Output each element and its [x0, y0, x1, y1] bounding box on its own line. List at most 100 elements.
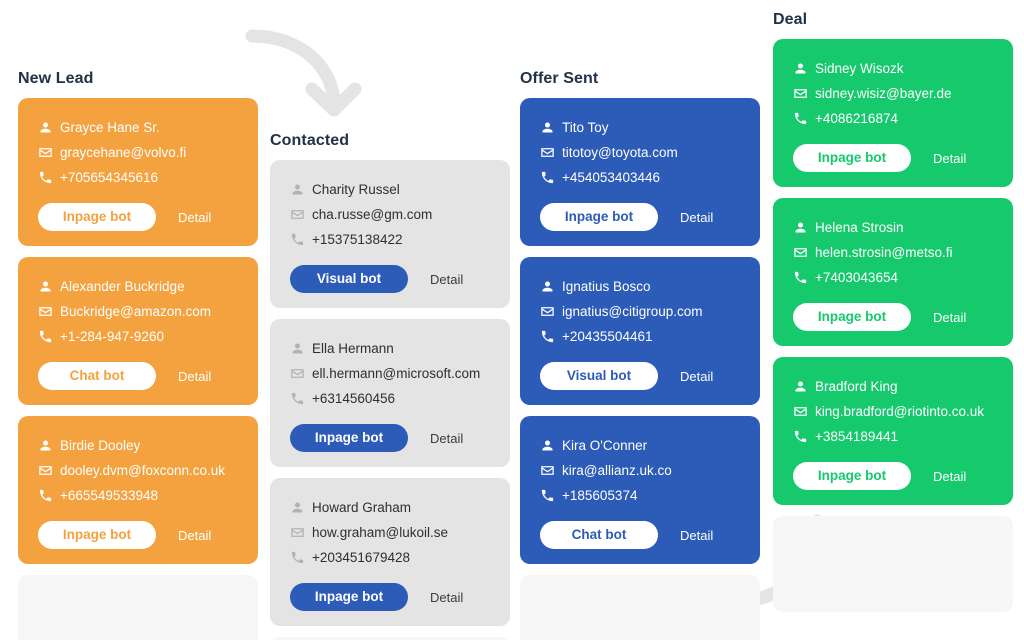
card-email-text: ignatius@citigroup.com [562, 303, 703, 319]
card-person-text: Howard Graham [312, 499, 412, 515]
bot-button[interactable]: Inpage bot [540, 203, 658, 231]
contact-card[interactable]: Charity Russel cha.russe@gm.com +153751384… [270, 160, 510, 308]
bot-button[interactable]: Inpage bot [290, 424, 408, 452]
contact-card[interactable]: Kira O'Conner kira@allianz.uk.co +18560537… [520, 416, 760, 564]
detail-link[interactable]: Detail [680, 528, 713, 543]
bot-button[interactable]: Inpage bot [793, 144, 911, 172]
card-phone-row: +665549533948 [38, 483, 238, 508]
contact-card[interactable]: Ignatius Bosco ignatius@citigroup.com +204… [520, 257, 760, 405]
column-title-new-lead: New Lead [18, 70, 94, 87]
card-person-text: Bradford King [815, 378, 898, 394]
bot-button[interactable]: Visual bot [540, 362, 658, 390]
contact-card[interactable]: Tito Toy titotoy@toyota.com +454053403446 I… [520, 98, 760, 246]
detail-link[interactable]: Detail [933, 151, 966, 166]
card-phone-text: +6314560456 [312, 390, 395, 406]
person-icon [38, 120, 60, 135]
person-icon [290, 500, 312, 515]
contact-card[interactable]: Bradford King king.bradford@riotinto.co.u… [773, 357, 1013, 505]
card-email-text: cha.russe@gm.com [312, 206, 433, 222]
phone-icon [38, 488, 60, 503]
bot-button[interactable]: Inpage bot [793, 462, 911, 490]
card-actions: Visual bot Detail [290, 265, 490, 293]
contact-card[interactable]: Sidney Wisozk sidney.wisiz@bayer.de +40862… [773, 39, 1013, 187]
card-phone-row: +705654345616 [38, 165, 238, 190]
card-phone-text: +185605374 [562, 487, 638, 503]
phone-icon [793, 270, 815, 285]
bot-button[interactable]: Inpage bot [38, 203, 156, 231]
card-email-text: king.bradford@riotinto.co.uk [815, 403, 985, 419]
column-title-contacted: Contacted [270, 132, 350, 149]
contact-card[interactable]: Grayce Hane Sr. graycehane@volvo.fi +70565… [18, 98, 258, 246]
contact-card[interactable]: Alexander Buckridge Buckridge@amazon.com +… [18, 257, 258, 405]
column-contacted: Contacted Charity Russel cha.russe@gm.com… [270, 132, 510, 640]
bot-button[interactable]: Visual bot [290, 265, 408, 293]
kanban-board: New Lead Grayce Hane Sr. graycehane@volvo… [0, 0, 1024, 640]
detail-link[interactable]: Detail [933, 469, 966, 484]
detail-link[interactable]: Detail [430, 272, 463, 287]
card-person-text: Ignatius Bosco [562, 278, 651, 294]
card-phone-text: +454053403446 [562, 169, 660, 185]
detail-link[interactable]: Detail [178, 369, 211, 384]
card-person-row: Helena Strosin [793, 215, 993, 240]
email-icon [38, 304, 60, 319]
bot-button[interactable]: Chat bot [38, 362, 156, 390]
person-icon [540, 438, 562, 453]
card-person-text: Sidney Wisozk [815, 60, 904, 76]
phone-icon [290, 232, 312, 247]
card-person-text: Grayce Hane Sr. [60, 119, 160, 135]
phone-icon [290, 391, 312, 406]
card-actions: Inpage bot Detail [38, 203, 238, 231]
column-title-offer-sent: Offer Sent [520, 70, 599, 87]
column-body-offer-sent: Tito Toy titotoy@toyota.com +454053403446 I… [520, 98, 760, 640]
detail-link[interactable]: Detail [430, 590, 463, 605]
detail-link[interactable]: Detail [430, 431, 463, 446]
column-body-contacted: Charity Russel cha.russe@gm.com +153751384… [270, 160, 510, 640]
detail-link[interactable]: Detail [933, 310, 966, 325]
card-phone-text: +4086216874 [815, 110, 898, 126]
card-email-text: graycehane@volvo.fi [60, 144, 187, 160]
email-icon [290, 366, 312, 381]
contact-card[interactable]: Helena Strosin helen.strosin@metso.fi +740… [773, 198, 1013, 346]
email-icon [38, 145, 60, 160]
bot-button[interactable]: Inpage bot [290, 583, 408, 611]
card-phone-row: +15375138422 [290, 227, 490, 252]
card-person-row: Grayce Hane Sr. [38, 115, 238, 140]
empty-card-slot[interactable] [773, 516, 1013, 612]
detail-link[interactable]: Detail [680, 369, 713, 384]
empty-card-slot[interactable] [18, 575, 258, 640]
card-actions: Inpage bot Detail [793, 462, 993, 490]
card-email-row: king.bradford@riotinto.co.uk [793, 399, 993, 424]
card-actions: Inpage bot Detail [540, 203, 740, 231]
empty-card-slot[interactable] [520, 575, 760, 640]
contact-card[interactable]: Birdie Dooley dooley.dvm@foxconn.co.uk +66… [18, 416, 258, 564]
detail-link[interactable]: Detail [178, 528, 211, 543]
person-icon [540, 279, 562, 294]
bot-button[interactable]: Inpage bot [38, 521, 156, 549]
person-icon [793, 379, 815, 394]
contact-card[interactable]: Ella Hermann ell.hermann@microsoft.com +63… [270, 319, 510, 467]
email-icon [290, 525, 312, 540]
card-person-text: Alexander Buckridge [60, 278, 185, 294]
phone-icon [793, 429, 815, 444]
detail-link[interactable]: Detail [680, 210, 713, 225]
card-email-row: graycehane@volvo.fi [38, 140, 238, 165]
card-phone-row: +185605374 [540, 483, 740, 508]
card-actions: Chat bot Detail [540, 521, 740, 549]
email-icon [793, 404, 815, 419]
card-person-text: Kira O'Conner [562, 437, 648, 453]
bot-button[interactable]: Chat bot [540, 521, 658, 549]
card-phone-text: +1-284-947-9260 [60, 328, 164, 344]
person-icon [38, 279, 60, 294]
card-email-text: sidney.wisiz@bayer.de [815, 85, 952, 101]
contact-card[interactable]: Howard Graham how.graham@lukoil.se +203451… [270, 478, 510, 626]
email-icon [290, 207, 312, 222]
card-actions: Visual bot Detail [540, 362, 740, 390]
email-icon [793, 86, 815, 101]
detail-link[interactable]: Detail [178, 210, 211, 225]
card-actions: Chat bot Detail [38, 362, 238, 390]
card-email-text: Buckridge@amazon.com [60, 303, 212, 319]
card-person-text: Helena Strosin [815, 219, 904, 235]
card-phone-row: +1-284-947-9260 [38, 324, 238, 349]
phone-icon [793, 111, 815, 126]
bot-button[interactable]: Inpage bot [793, 303, 911, 331]
